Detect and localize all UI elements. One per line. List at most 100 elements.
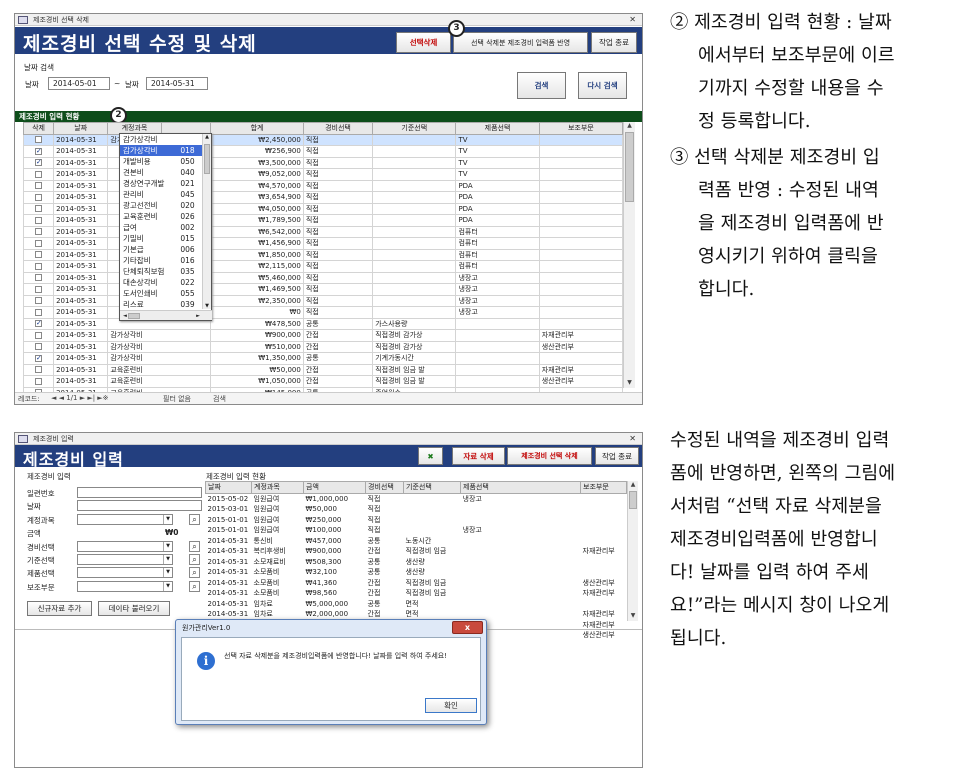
expense-type-cell[interactable]: 직접 — [302, 191, 374, 204]
close-work-button[interactable]: 작업 종료 — [591, 32, 637, 53]
prod-cell[interactable] — [461, 588, 581, 599]
delete-checkbox[interactable] — [35, 146, 43, 156]
column-header[interactable]: 합계 — [210, 122, 304, 135]
table-row[interactable]: 2015-03-01 임원급여 ₩50,000 직접 — [206, 504, 627, 515]
amt-cell[interactable]: ₩457,000 — [304, 536, 366, 547]
table-row[interactable]: 2014-05-31 임차료 ₩2,000,000 간접 면적 자재관리부 — [206, 609, 627, 620]
table-row[interactable]: 2014-05-31 감가상각비 ₩900,000 간접 직접경비 감가상 자재관리부 — [22, 329, 624, 342]
dropdown-option[interactable]: 견본비 040 — [120, 167, 202, 178]
delete-checkbox-cell[interactable] — [22, 202, 55, 215]
chevron-down-icon[interactable]: ▼ — [163, 568, 172, 578]
acct-cell[interactable]: 소모품비 — [252, 578, 304, 589]
product-cell[interactable]: 컴퓨터 — [455, 260, 540, 273]
delete-checkbox-cell[interactable] — [22, 363, 55, 376]
delete-checkbox-cell[interactable] — [22, 375, 55, 388]
delete-checkbox[interactable] — [35, 319, 43, 329]
acct-cell[interactable]: 복리후생비 — [252, 546, 304, 557]
exp-cell[interactable]: 간접 — [366, 609, 404, 620]
prod-cell[interactable] — [461, 578, 581, 589]
close-work-button[interactable]: 작업 종료 — [595, 447, 639, 465]
delete-checkbox-cell[interactable] — [22, 271, 55, 284]
total-cell[interactable]: ₩9,052,000 — [210, 168, 304, 181]
delete-checkbox-cell[interactable] — [22, 225, 55, 238]
product-cell[interactable] — [455, 329, 540, 342]
aux-dept-cell[interactable] — [538, 133, 624, 146]
basis-cell[interactable] — [372, 145, 457, 158]
aux-cell[interactable]: 자재관리부 — [581, 546, 627, 557]
aux-dept-cell[interactable] — [538, 179, 624, 192]
delete-checkbox[interactable] — [35, 331, 43, 339]
product-cell[interactable]: 냉장고 — [455, 271, 540, 284]
date-cell[interactable]: 2014-05-31 — [206, 609, 252, 620]
dropdown-option[interactable]: 도서인쇄비 055 — [120, 288, 202, 299]
amt-cell[interactable]: ₩5,000,000 — [304, 599, 366, 610]
table-row[interactable]: 2014-05-31 ₩4,570,000 직접 PDA — [22, 179, 624, 192]
delete-checkbox-cell[interactable] — [22, 260, 55, 273]
date-cell[interactable]: 2014-05-31 — [53, 248, 109, 261]
date-cell[interactable]: 2014-05-31 — [206, 588, 252, 599]
basis-cell[interactable]: 가스사용량 — [372, 317, 457, 330]
table-row[interactable]: 2014-05-31 교육훈련비 ₩1,050,000 간접 직접경비 임금 발 생산관리… — [22, 375, 624, 388]
basis-cell[interactable]: 기계가동시간 — [372, 352, 457, 365]
aux-cell[interactable]: 생산관리부 — [581, 578, 627, 589]
amt-cell[interactable]: ₩1,000,000 — [304, 493, 366, 504]
aux-dept-cell[interactable] — [538, 248, 624, 261]
search-button[interactable]: 검색 — [517, 72, 566, 99]
basis-cell[interactable] — [372, 179, 457, 192]
table-row[interactable]: 2014-05-31 임차료 ₩5,000,000 공통 면적 — [206, 599, 627, 610]
basis-cell[interactable] — [372, 133, 457, 146]
ok-button[interactable]: 확인 — [425, 698, 477, 713]
chevron-down-icon[interactable]: ▼ — [163, 541, 172, 551]
delete-checkbox-cell[interactable] — [22, 248, 55, 261]
exp-cell[interactable]: 간접 — [366, 546, 404, 557]
product-cell[interactable] — [455, 317, 540, 330]
basis-cell[interactable] — [372, 283, 457, 296]
date-cell[interactable]: 2014-05-31 — [53, 260, 109, 273]
search-icon[interactable]: ⌕ — [189, 554, 200, 565]
table-row[interactable]: 2014-05-31 소모재료비 ₩508,300 공통 생산량 — [206, 557, 627, 568]
table-row[interactable]: 2014-05-31 ₩4,050,000 직접 PDA — [22, 202, 624, 215]
expense-type-cell[interactable]: 직접 — [302, 145, 374, 158]
basis-cell[interactable] — [372, 237, 457, 250]
dropdown-scrollbar[interactable]: ▲ ▼ — [202, 134, 211, 309]
product-cell[interactable]: 컴퓨터 — [455, 248, 540, 261]
dropdown-option[interactable]: 기밀비 015 — [120, 233, 202, 244]
total-cell[interactable]: ₩900,000 — [210, 329, 304, 342]
dropdown-option[interactable]: 리스료 039 — [120, 299, 202, 310]
basis-cell[interactable] — [372, 294, 457, 307]
prod-cell[interactable] — [461, 557, 581, 568]
product-cell[interactable]: TV — [455, 168, 540, 181]
delete-checkbox-cell[interactable] — [22, 156, 55, 169]
expense-type-cell[interactable]: 간접 — [302, 329, 374, 342]
delete-checkbox[interactable] — [35, 170, 43, 178]
aux-cell[interactable] — [581, 599, 627, 610]
exp-cell[interactable]: 간접 — [366, 578, 404, 589]
search-icon[interactable]: ⌕ — [189, 540, 200, 552]
dropdown-option[interactable]: 개발비용 050 — [120, 156, 202, 167]
delete-checkbox[interactable] — [35, 216, 43, 224]
date-cell[interactable]: 2014-05-31 — [53, 214, 109, 227]
aux-dept-cell[interactable] — [538, 191, 624, 204]
total-cell[interactable]: ₩1,350,000 — [210, 352, 304, 365]
bottom-grid-scrollbar[interactable]: ▲ ▼ — [627, 481, 638, 621]
dropdown-hscroll[interactable]: ◄ ► — [120, 310, 212, 320]
amt-cell[interactable]: ₩50,000 — [304, 504, 366, 515]
aux-dept-cell[interactable] — [538, 352, 624, 365]
date-cell[interactable]: 2014-05-31 — [53, 375, 109, 388]
chevron-down-icon[interactable]: ▼ — [163, 514, 172, 524]
delete-checkbox[interactable] — [35, 158, 43, 168]
column-header[interactable]: 보조부문 — [580, 481, 627, 494]
exp-cell[interactable]: 공통 — [366, 536, 404, 547]
scroll-thumb[interactable] — [625, 132, 634, 202]
exp-cell[interactable]: 간접 — [366, 588, 404, 599]
total-cell[interactable]: ₩1,469,500 — [210, 283, 304, 296]
aux-cell[interactable] — [581, 536, 627, 547]
acct-cell[interactable]: 임원급여 — [252, 493, 304, 504]
aux-dept-cell[interactable] — [538, 317, 624, 330]
expense-type-cell[interactable]: 공통 — [302, 352, 374, 365]
expense-type-cell[interactable]: 간접 — [302, 375, 374, 388]
aux-dept-cell[interactable] — [538, 260, 624, 273]
date-cell[interactable]: 2014-05-31 — [206, 567, 252, 578]
delete-checkbox[interactable] — [35, 251, 43, 258]
record-navigator[interactable]: ◄ ◄ 1/1 ► ►| ►※ — [51, 394, 109, 402]
